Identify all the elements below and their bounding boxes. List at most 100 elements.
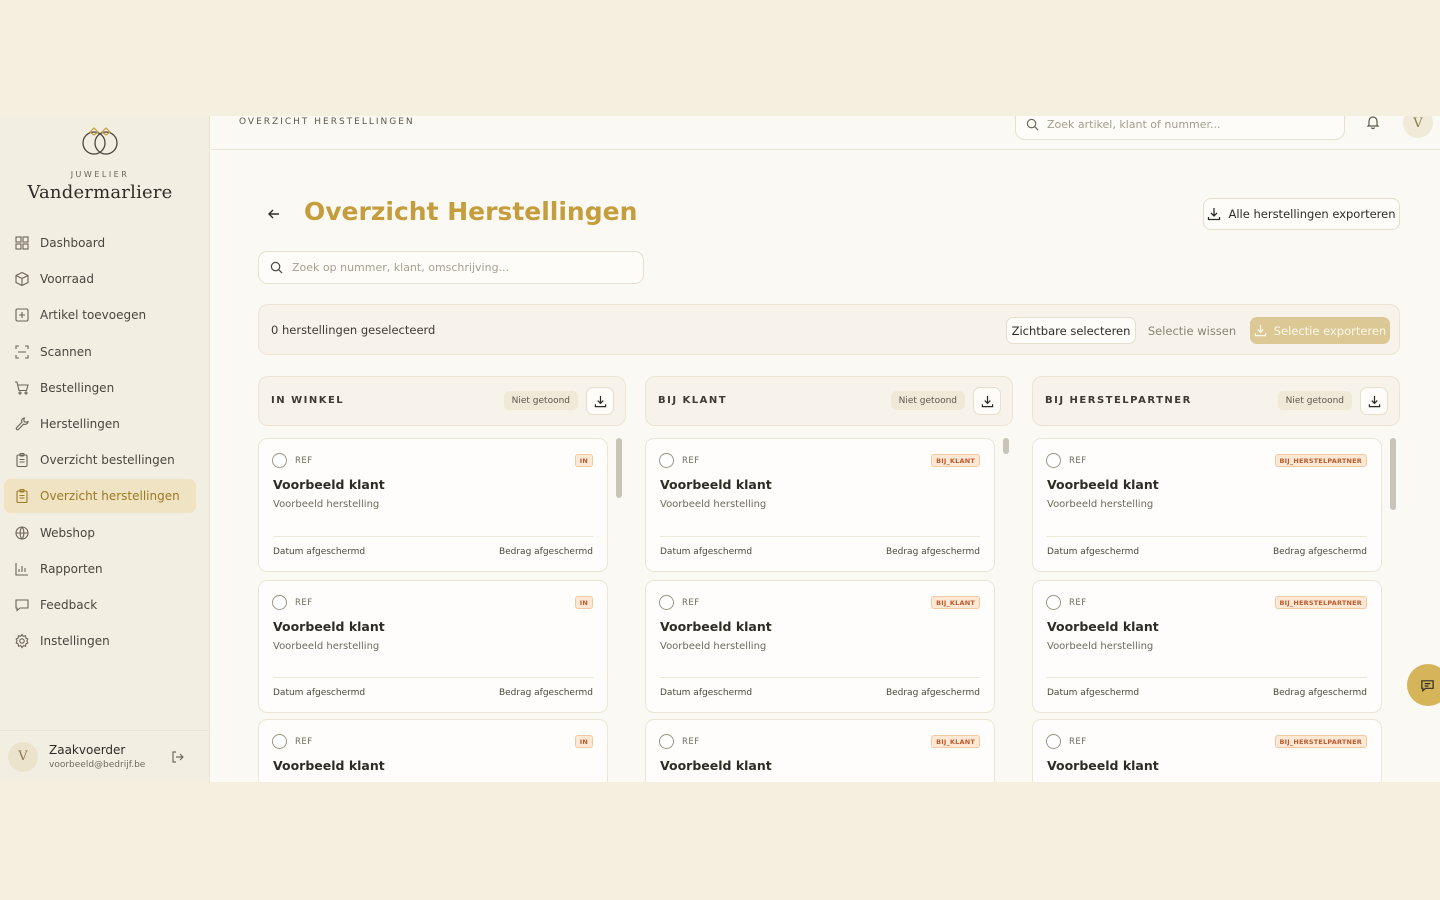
- column-download-button[interactable]: [1360, 387, 1388, 415]
- card-amount: Bedrag afgeschermd: [1272, 688, 1367, 698]
- select-radio[interactable]: [659, 595, 674, 610]
- select-radio[interactable]: [272, 734, 287, 749]
- sidebar-nav: Dashboard Voorraad Artikel toevoegen Scanne…: [4, 226, 196, 660]
- sidebar-item-scannen[interactable]: Scannen: [4, 335, 196, 369]
- card-amount: Bedrag afgeschermd: [885, 547, 980, 557]
- column-download-button[interactable]: [586, 387, 614, 415]
- sidebar-item-label: Herstellingen: [40, 416, 120, 431]
- avatar[interactable]: V: [8, 741, 38, 772]
- sidebar-item-dashboard[interactable]: Dashboard: [4, 226, 196, 260]
- card-client: Voorbeeld klant: [1047, 619, 1159, 634]
- brand-logo[interactable]: JUWELIER Vandermarliere: [0, 124, 200, 203]
- download-icon: [1208, 208, 1221, 221]
- column-scrollbar[interactable]: [1003, 438, 1009, 454]
- column-scrollbar[interactable]: [616, 438, 622, 498]
- card-date: Datum afgeschermd: [1047, 547, 1140, 557]
- repair-card[interactable]: REF BIJ_HERSTELPARTNER Voorbeeld klant Voor…: [1032, 438, 1382, 572]
- sidebar-item-bestellingen[interactable]: Bestellingen: [4, 371, 196, 405]
- card-client: Voorbeeld klant: [273, 477, 385, 492]
- sidebar-item-instellingen[interactable]: Instellingen: [4, 624, 196, 658]
- export-selection-button[interactable]: Selectie exporteren: [1250, 317, 1390, 344]
- sidebar-item-feedback[interactable]: Feedback: [4, 588, 196, 622]
- repair-card[interactable]: REF IN Voorbeeld klant: [258, 719, 608, 782]
- bell-icon[interactable]: [1365, 116, 1381, 130]
- sidebar-item-voorraad[interactable]: Voorraad: [4, 262, 196, 296]
- card-date: Datum afgeschermd: [273, 688, 366, 698]
- card-date: Datum afgeschermd: [660, 547, 753, 557]
- user-email: voorbeeld@bedrijf.be: [49, 760, 146, 770]
- repair-card[interactable]: REF BIJ_HERSTELPARTNER Voorbeeld klant: [1032, 719, 1382, 782]
- clear-selection-button[interactable]: Selectie wissen: [1147, 317, 1237, 344]
- sidebar-item-label: Dashboard: [40, 236, 106, 250]
- select-radio[interactable]: [1046, 734, 1061, 749]
- sidebar-item-overzicht-herstellingen[interactable]: Overzicht herstellingen: [4, 479, 196, 514]
- repair-card[interactable]: REF BIJ_HERSTELPARTNER Voorbeeld klant Voor…: [1032, 580, 1382, 713]
- status-tag: IN: [574, 454, 593, 467]
- sidebar-item-herstellingen[interactable]: Herstellingen: [4, 407, 196, 441]
- column-header: BIJ KLANT Niet getoond: [645, 376, 1013, 426]
- settings-icon: [14, 633, 30, 649]
- card-amount: Bedrag afgeschermd: [885, 688, 980, 698]
- back-arrow-icon[interactable]: [266, 206, 282, 222]
- box-icon: [14, 271, 30, 287]
- logout-icon[interactable]: [170, 749, 186, 765]
- global-search-placeholder: Zoek artikel, klant of nummer...: [1047, 117, 1221, 131]
- repair-card[interactable]: REF IN Voorbeeld klant Voorbeeld herstellin…: [258, 580, 608, 713]
- card-amount: Bedrag afgeschermd: [498, 688, 593, 698]
- card-divider: [1047, 536, 1367, 537]
- repair-card[interactable]: REF BIJ_KLANT Voorbeeld klant Voorbeeld her…: [645, 438, 995, 572]
- hidden-status-badge: Niet getoond: [890, 391, 965, 410]
- card-divider: [273, 677, 593, 678]
- global-search-input[interactable]: Zoek artikel, klant of nummer...: [1015, 116, 1345, 140]
- card-amount: Bedrag afgeschermd: [498, 547, 593, 557]
- select-radio[interactable]: [1046, 453, 1061, 468]
- select-radio[interactable]: [272, 595, 287, 610]
- select-radio[interactable]: [1046, 595, 1061, 610]
- export-selection-label: Selectie exporteren: [1273, 323, 1387, 338]
- export-all-button[interactable]: Alle herstellingen exporteren: [1203, 198, 1400, 230]
- card-amount: Bedrag afgeschermd: [1272, 547, 1367, 557]
- select-radio[interactable]: [659, 734, 674, 749]
- brand-name: Vandermarliere: [27, 182, 173, 203]
- repair-card[interactable]: REF IN Voorbeeld klant Voorbeeld herstellin…: [258, 438, 608, 572]
- card-description: Voorbeeld herstelling: [660, 641, 767, 652]
- clipboard-icon: [14, 488, 30, 504]
- column-download-button[interactable]: [973, 387, 1001, 415]
- repair-card[interactable]: REF BIJ_KLANT Voorbeeld klant: [645, 719, 995, 782]
- export-all-label: Alle herstellingen exporteren: [1228, 207, 1396, 221]
- rings-logo-icon: [82, 127, 118, 155]
- search-icon: [1026, 118, 1039, 130]
- hidden-status-badge: Niet getoond: [1277, 391, 1352, 410]
- status-tag: BIJ_KLANT: [931, 596, 980, 609]
- select-visible-button[interactable]: Zichtbare selecteren: [1006, 317, 1136, 344]
- chat-button[interactable]: [1407, 664, 1440, 706]
- download-icon: [1368, 395, 1380, 407]
- sidebar-item-artikel-toevoegen[interactable]: Artikel toevoegen: [4, 298, 196, 332]
- column-title: BIJ HERSTELPARTNER: [1045, 395, 1192, 406]
- card-ref: REF: [295, 598, 313, 608]
- status-tag: BIJ_HERSTELPARTNER: [1274, 596, 1367, 609]
- user-name: Zaakvoerder: [49, 743, 126, 757]
- status-tag: BIJ_KLANT: [931, 454, 980, 467]
- select-radio[interactable]: [272, 453, 287, 468]
- card-divider: [273, 536, 593, 537]
- repair-search-input[interactable]: Zoek op nummer, klant, omschrijving...: [258, 251, 644, 284]
- card-ref: REF: [682, 598, 700, 608]
- sidebar-item-overzicht-bestellingen[interactable]: Overzicht bestellingen: [4, 443, 196, 477]
- sidebar-item-label: Bestellingen: [40, 380, 115, 395]
- card-date: Datum afgeschermd: [1047, 688, 1140, 698]
- card-client: Voorbeeld klant: [273, 758, 385, 773]
- select-radio[interactable]: [659, 453, 674, 468]
- card-ref: REF: [295, 737, 313, 747]
- column-scrollbar[interactable]: [1390, 438, 1396, 510]
- repair-card[interactable]: REF BIJ_KLANT Voorbeeld klant Voorbeeld her…: [645, 580, 995, 713]
- scan-icon: [14, 344, 30, 360]
- sidebar-item-rapporten[interactable]: Rapporten: [4, 552, 196, 586]
- card-ref: REF: [1069, 598, 1087, 608]
- search-icon: [270, 261, 283, 274]
- top-avatar[interactable]: V: [1403, 116, 1433, 138]
- page-title: Overzicht Herstellingen: [304, 197, 638, 226]
- sidebar-item-label: Overzicht bestellingen: [40, 453, 175, 468]
- sidebar-item-webshop[interactable]: Webshop: [4, 516, 196, 550]
- status-tag: IN: [574, 735, 593, 748]
